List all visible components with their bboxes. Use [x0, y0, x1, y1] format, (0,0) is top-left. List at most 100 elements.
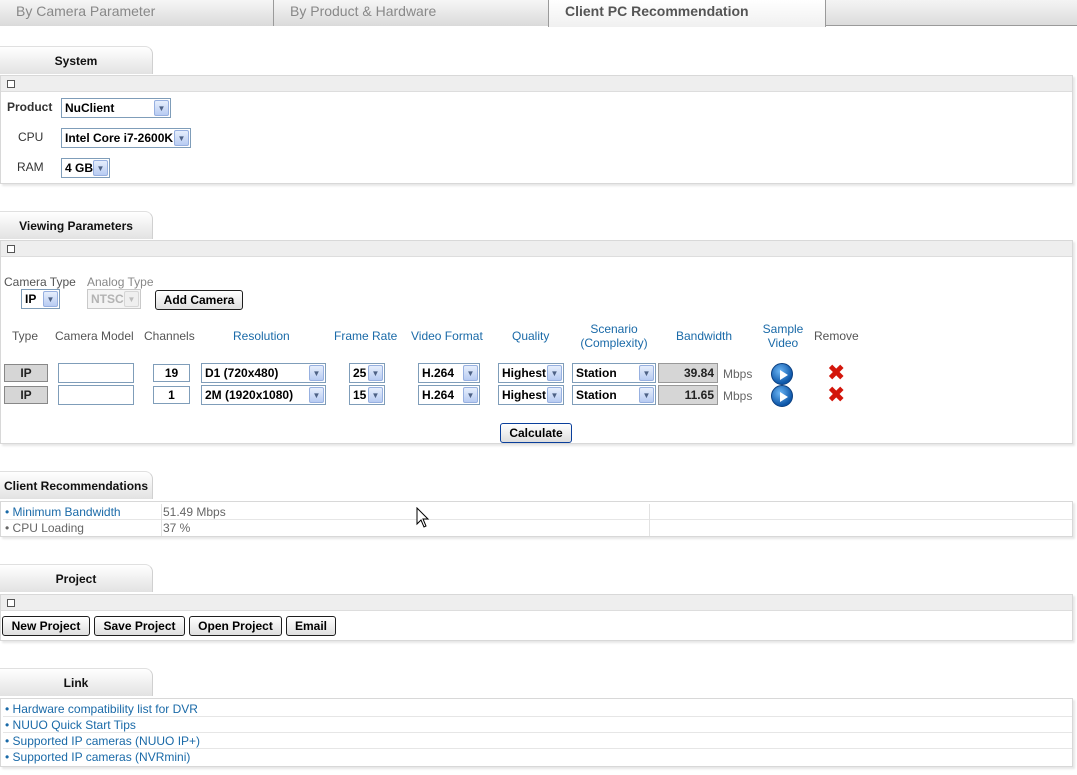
calculate-button[interactable]: Calculate — [500, 423, 572, 443]
tab-label: Client PC Recommendation — [565, 3, 749, 19]
bandwidth-unit: Mbps — [723, 367, 753, 381]
camera-type-select[interactable]: IP ▼ — [21, 289, 60, 309]
ram-label: RAM — [17, 160, 44, 174]
channels-input[interactable]: 1 — [153, 386, 190, 404]
collapse-box-icon[interactable] — [7, 599, 15, 607]
chevron-down-icon: ▼ — [43, 291, 58, 307]
frame-rate-select[interactable]: 25 ▼ — [349, 363, 385, 383]
viewing-panel: Camera Type IP ▼ Analog Type NTSC ▼ Add … — [0, 240, 1073, 444]
system-panel: Product NuClient ▼ CPU Intel Core i7-260… — [0, 75, 1073, 184]
quality-select[interactable]: Highest ▼ — [498, 385, 564, 405]
top-tab-bar: By Camera Parameter By Product & Hardwar… — [0, 0, 1077, 27]
header-quality[interactable]: Quality — [512, 329, 549, 343]
channels-input[interactable]: 19 — [153, 364, 190, 382]
header-type: Type — [12, 329, 39, 343]
chevron-down-icon: ▼ — [463, 365, 478, 381]
cpu-select[interactable]: Intel Core i7-2600K ▼ — [61, 128, 191, 148]
link-supported-ip-cameras-nvrmini[interactable]: • Supported IP cameras (NVRmini) — [5, 750, 190, 764]
mouse-cursor-icon — [416, 507, 430, 528]
cpu-label: CPU — [18, 130, 44, 144]
play-icon[interactable] — [771, 363, 793, 385]
save-project-button[interactable]: Save Project — [94, 616, 185, 636]
section-title-link: Link — [0, 668, 153, 696]
quality-value: Highest — [502, 388, 547, 402]
tab-client-pc-recommendation[interactable]: Client PC Recommendation — [548, 0, 826, 27]
cpu-loading-value: 37 % — [163, 521, 191, 535]
link-quick-start-tips[interactable]: • NUUO Quick Start Tips — [5, 718, 136, 732]
link-hardware-compatibility[interactable]: • Hardware compatibility list for DVR — [5, 702, 198, 716]
list-item: • NUUO Quick Start Tips — [3, 717, 1072, 733]
ram-select[interactable]: 4 GB ▼ — [61, 158, 110, 178]
camera-type-label: Camera Type — [4, 275, 76, 289]
divider — [161, 504, 162, 520]
bandwidth-value: 11.65 — [658, 385, 718, 405]
link-supported-ip-cameras-nuuo[interactable]: • Supported IP cameras (NUUO IP+) — [5, 734, 200, 748]
recommendations-panel: • Minimum Bandwidth 51.49 Mbps • CPU Loa… — [0, 501, 1073, 537]
chevron-down-icon: ▼ — [368, 387, 383, 403]
resolution-select[interactable]: 2M (1920x1080) ▼ — [201, 385, 326, 405]
email-button[interactable]: Email — [286, 616, 336, 636]
analog-type-value: NTSC — [91, 292, 124, 306]
tab-label: By Camera Parameter — [16, 3, 156, 19]
camera-model-input[interactable] — [58, 385, 134, 405]
play-icon[interactable] — [771, 385, 793, 407]
list-item: • Supported IP cameras (NUUO IP+) — [3, 733, 1072, 749]
header-channels: Channels — [144, 329, 195, 343]
chevron-down-icon: ▼ — [639, 387, 654, 403]
frame-rate-value: 25 — [353, 366, 367, 380]
product-select[interactable]: NuClient ▼ — [61, 98, 171, 118]
analog-type-select: NTSC ▼ — [87, 289, 141, 309]
links-panel: • Hardware compatibility list for DVR • … — [0, 698, 1073, 767]
collapse-box-icon[interactable] — [7, 80, 15, 88]
chevron-down-icon: ▼ — [547, 365, 562, 381]
scenario-select[interactable]: Station ▼ — [572, 385, 656, 405]
remove-x-icon[interactable]: ✖ — [827, 384, 845, 406]
section-title-client-recommendations: Client Recommendations — [0, 471, 153, 499]
header-resolution[interactable]: Resolution — [233, 329, 290, 343]
chevron-down-icon: ▼ — [124, 291, 139, 307]
header-scenario-line2: (Complexity) — [580, 336, 648, 350]
header-sample-video[interactable]: Sample Video — [758, 322, 808, 350]
resolution-select[interactable]: D1 (720x480) ▼ — [201, 363, 326, 383]
chevron-down-icon: ▼ — [174, 130, 189, 146]
chevron-down-icon: ▼ — [309, 387, 324, 403]
video-format-select[interactable]: H.264 ▼ — [418, 385, 480, 405]
cpu-loading-label: • CPU Loading — [5, 521, 84, 535]
camera-type-value: IP — [25, 292, 37, 306]
header-video-format[interactable]: Video Format — [411, 329, 483, 343]
open-project-button[interactable]: Open Project — [189, 616, 282, 636]
camera-model-input[interactable] — [58, 363, 134, 383]
resolution-value: D1 (720x480) — [205, 366, 279, 380]
tab-label: By Product & Hardware — [290, 3, 437, 19]
analog-type-label: Analog Type — [87, 275, 154, 289]
divider — [161, 520, 162, 536]
new-project-button[interactable]: New Project — [2, 616, 90, 636]
header-scenario-line1: Scenario — [590, 322, 638, 336]
header-frame-rate[interactable]: Frame Rate — [334, 329, 397, 343]
scenario-value: Station — [576, 366, 617, 380]
header-remove: Remove — [814, 329, 859, 343]
section-title-viewing-parameters: Viewing Parameters — [0, 211, 153, 239]
scenario-value: Station — [576, 388, 617, 402]
minimum-bandwidth-link[interactable]: • Minimum Bandwidth — [5, 505, 121, 519]
divider — [649, 504, 650, 520]
tab-by-product-hardware[interactable]: By Product & Hardware — [274, 0, 549, 26]
list-item: • Minimum Bandwidth 51.49 Mbps — [3, 504, 1072, 520]
header-sample-line2: Video — [767, 336, 799, 350]
collapse-bar — [1, 595, 1072, 611]
chevron-down-icon: ▼ — [639, 365, 654, 381]
video-format-select[interactable]: H.264 ▼ — [418, 363, 480, 383]
tab-by-camera-parameter[interactable]: By Camera Parameter — [0, 0, 274, 26]
remove-x-icon[interactable]: ✖ — [827, 362, 845, 384]
frame-rate-select[interactable]: 15 ▼ — [349, 385, 385, 405]
add-camera-button[interactable]: Add Camera — [155, 290, 243, 310]
header-bandwidth[interactable]: Bandwidth — [676, 329, 732, 343]
header-scenario[interactable]: Scenario (Complexity) — [579, 322, 649, 350]
minimum-bandwidth-value: 51.49 Mbps — [163, 505, 226, 519]
list-item: • Supported IP cameras (NVRmini) — [3, 749, 1072, 765]
scenario-select[interactable]: Station ▼ — [572, 363, 656, 383]
quality-select[interactable]: Highest ▼ — [498, 363, 564, 383]
collapse-box-icon[interactable] — [7, 245, 15, 253]
video-format-value: H.264 — [422, 388, 455, 402]
chevron-down-icon: ▼ — [93, 160, 108, 176]
